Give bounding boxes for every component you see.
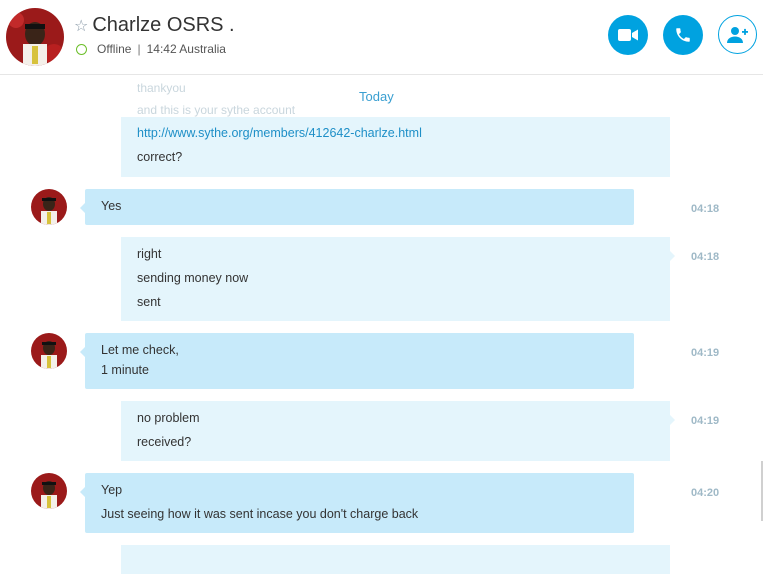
message-link[interactable]: http://www.sythe.org/members/412642-char…	[137, 126, 654, 150]
message-text: Yes	[101, 199, 122, 213]
message-bubble-incoming[interactable]: Let me check, 1 minute	[80, 333, 634, 389]
message-bubble-incoming[interactable]: Yep Just seeing how it was sent incase y…	[80, 473, 634, 533]
message-timestamp: 04:20	[691, 487, 720, 499]
message-text: received?	[137, 435, 192, 449]
sender-avatar[interactable]	[31, 333, 67, 369]
message-text: Just seeing how it was sent incase you d…	[101, 507, 419, 521]
message-list[interactable]: thankyou and this is your sythe account …	[0, 75, 763, 574]
message-text: right	[137, 247, 162, 261]
message-bubble-outgoing[interactable]: right sending money now sent	[121, 237, 675, 321]
faded-message-line: and this is your sythe account	[137, 103, 296, 117]
message-timestamp: 04:19	[691, 347, 720, 359]
status-separator: |	[137, 42, 141, 56]
star-outline-icon[interactable]: ☆	[74, 17, 88, 34]
message-text: correct?	[137, 150, 183, 164]
message-text: 1 minute	[101, 363, 149, 377]
message-text: sending money now	[137, 271, 249, 285]
audio-call-button[interactable]	[663, 15, 703, 55]
sender-avatar[interactable]	[31, 189, 67, 225]
message-timestamp: 04:19	[691, 415, 720, 427]
phone-icon	[676, 28, 690, 42]
message-bubble-outgoing[interactable]	[121, 545, 670, 574]
message-bubble-incoming[interactable]: Yes	[80, 189, 634, 225]
faded-message-line: thankyou	[137, 81, 186, 95]
contact-name: Charlze OSRS .	[92, 14, 235, 36]
message-timestamp: 04:18	[691, 203, 720, 215]
message-text: sent	[137, 295, 161, 309]
video-camera-icon	[618, 29, 638, 41]
message-timestamp: 04:18	[691, 251, 720, 263]
sender-avatar[interactable]	[31, 473, 67, 509]
add-participant-button[interactable]	[718, 15, 757, 54]
date-separator: Today	[359, 89, 394, 104]
video-call-button[interactable]	[608, 15, 648, 55]
message-text: no problem	[137, 411, 200, 425]
presence-offline-icon	[76, 43, 87, 55]
message-text: Let me check,	[101, 343, 179, 357]
add-person-icon	[726, 26, 748, 43]
message-bubble-outgoing[interactable]: no problem received?	[121, 401, 675, 461]
presence-status: Offline	[97, 42, 132, 56]
local-time: 14:42 Australia	[146, 42, 226, 56]
contact-avatar[interactable]	[6, 8, 64, 66]
message-bubble-outgoing[interactable]: http://www.sythe.org/members/412642-char…	[121, 117, 670, 177]
conversation-header: ☆ Charlze OSRS . Offline | 14:42 Austral…	[0, 0, 763, 75]
message-text: Yep	[101, 483, 123, 497]
